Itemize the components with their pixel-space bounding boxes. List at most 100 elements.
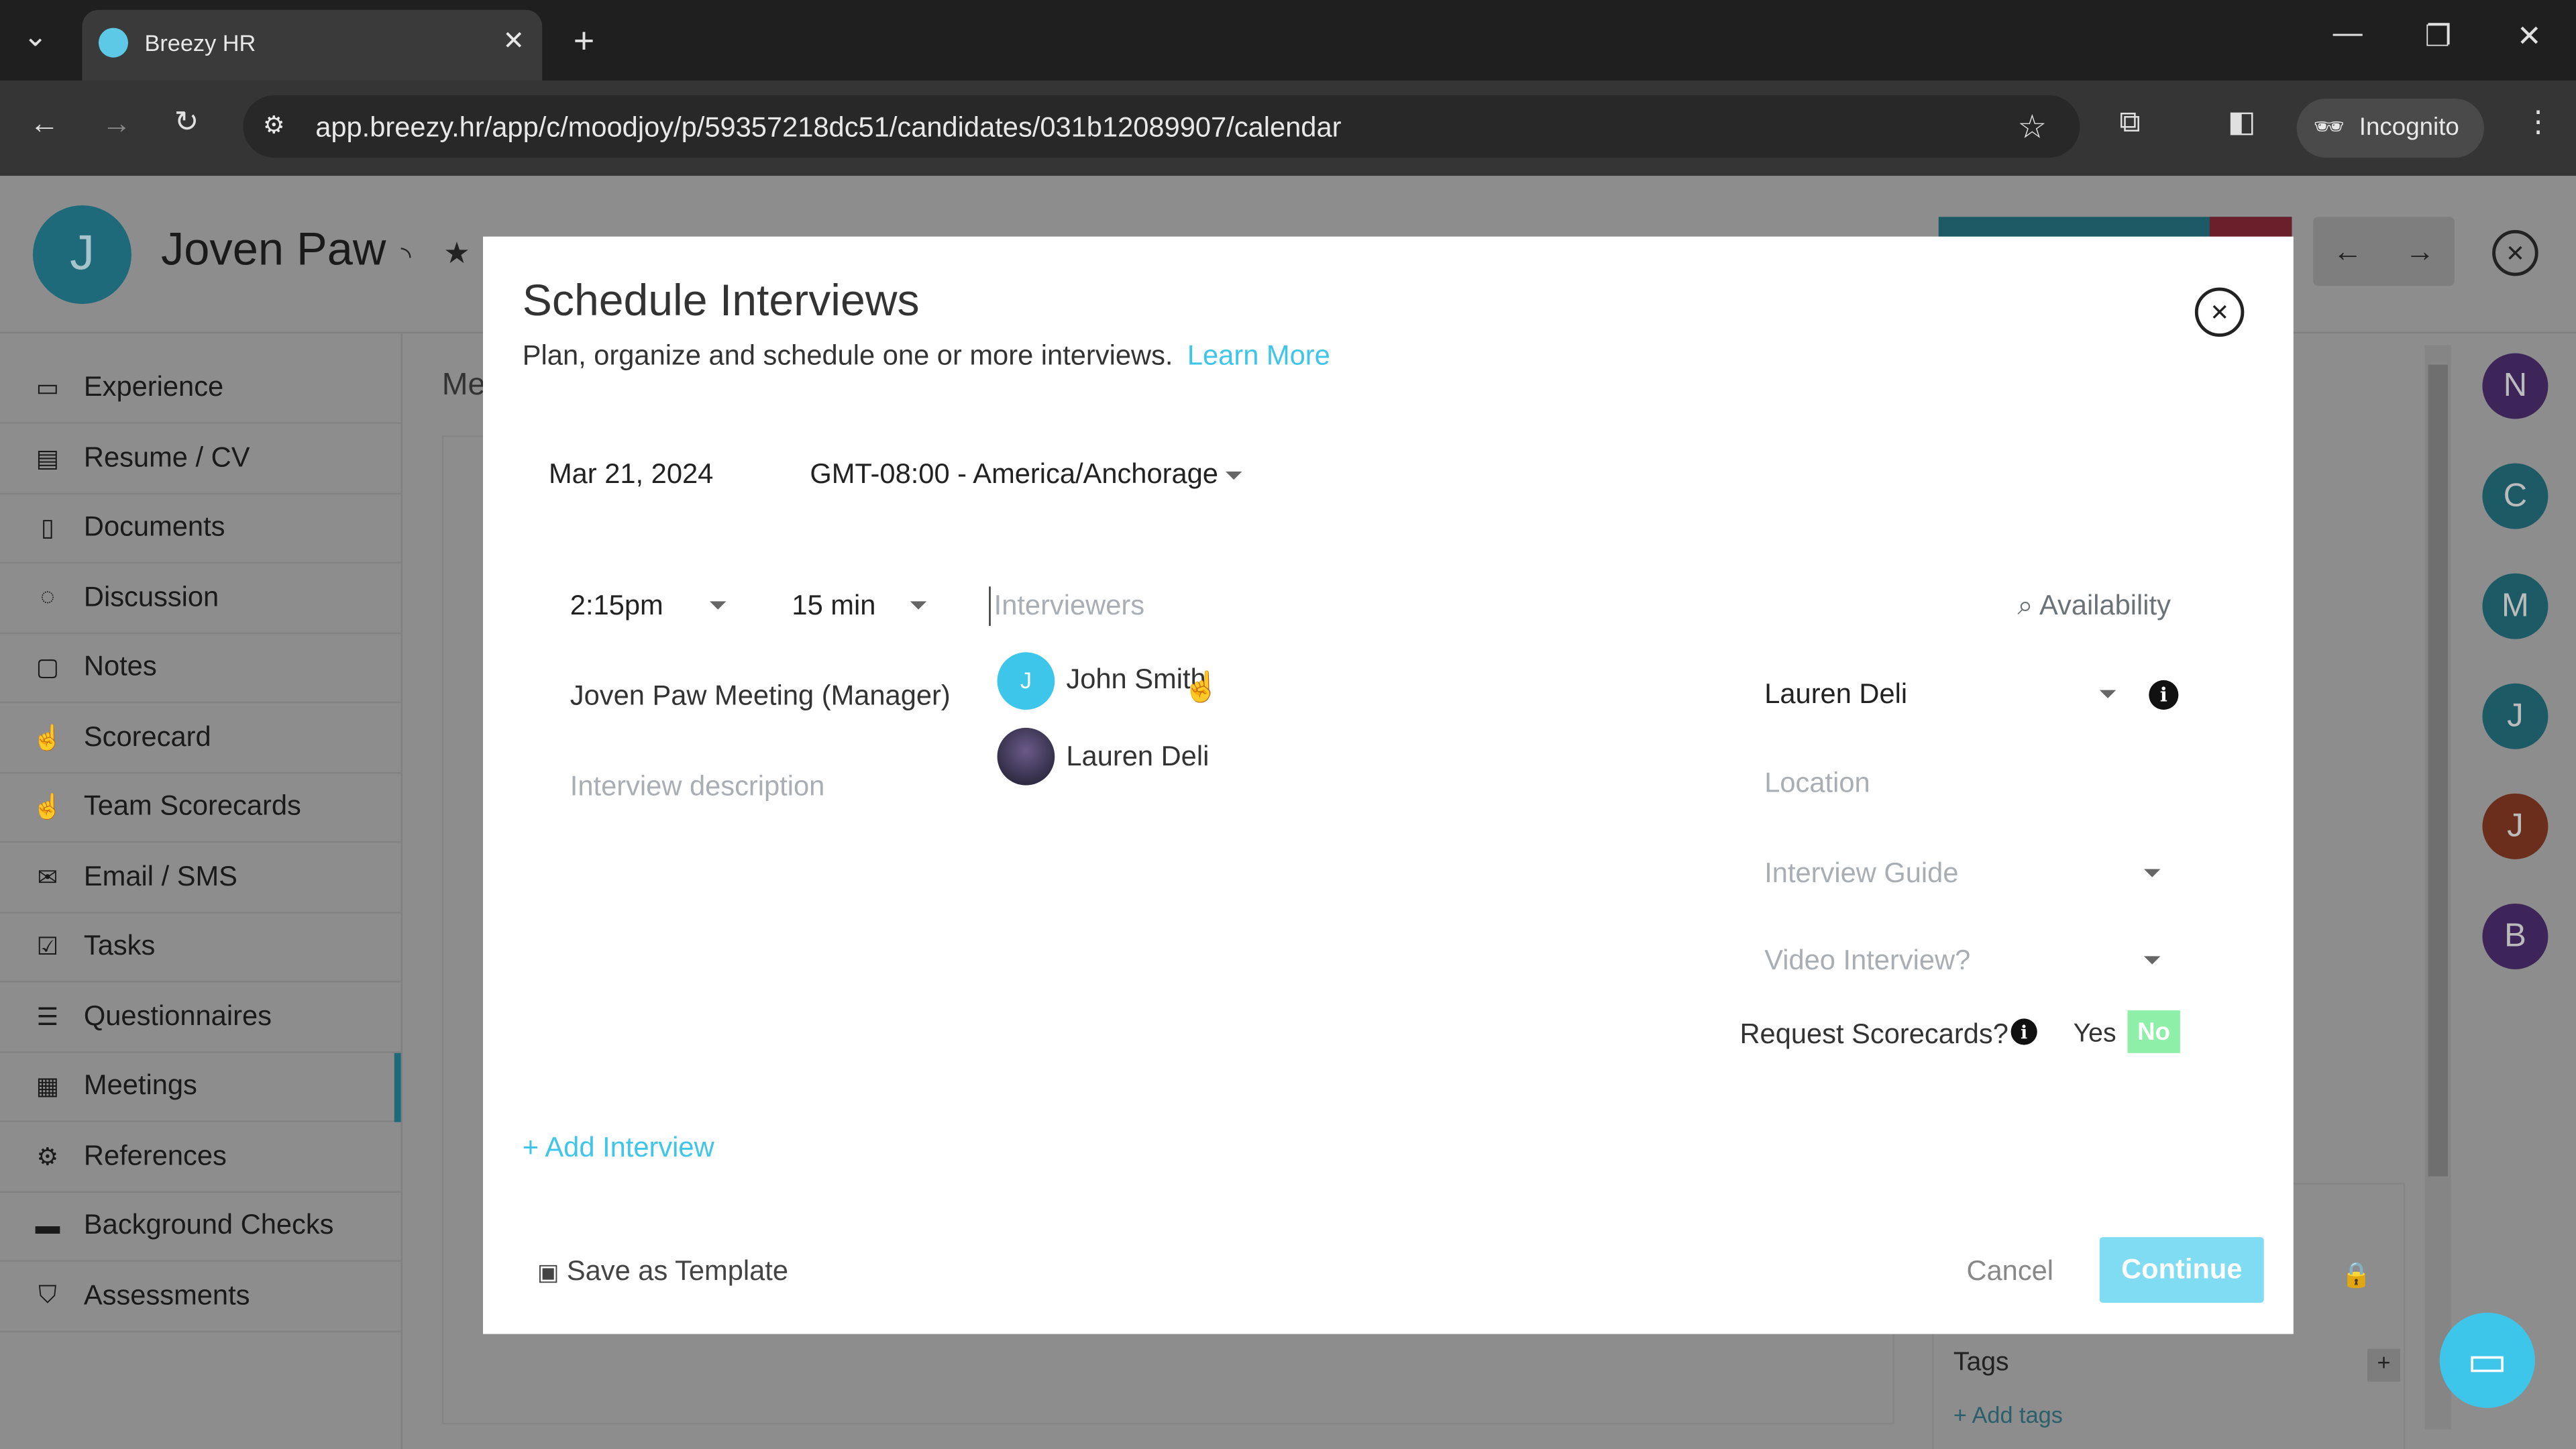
extensions-icon[interactable]: ⧉ — [2119, 105, 2140, 140]
sidebar-item-team-scorecards[interactable]: ☝ Team Scorecards — [0, 772, 401, 843]
organizer-select[interactable]: Lauren Deli — [1764, 678, 2116, 711]
reload-icon[interactable]: ↻ — [174, 105, 199, 140]
save-template-button[interactable]: ▣ Save as Template — [537, 1255, 788, 1288]
timezone-select[interactable]: GMT-08:00 - America/Anchorage — [810, 458, 1243, 491]
incognito-badge[interactable]: 🕶 Incognito — [2296, 98, 2484, 158]
menu-icon[interactable]: ⋮ — [2524, 105, 2553, 140]
new-tab-icon[interactable]: + — [574, 19, 594, 62]
scrollbar-thumb[interactable] — [2428, 364, 2449, 1177]
sidebar-item-references[interactable]: ⚙ References — [0, 1121, 401, 1192]
add-interview-button[interactable]: + Add Interview — [523, 1132, 714, 1165]
organizer-value: Lauren Deli — [1764, 678, 1908, 710]
learn-more-link[interactable]: Learn More — [1187, 340, 1330, 372]
close-tab-icon[interactable]: ✕ — [502, 25, 525, 58]
team-member-avatar[interactable]: C — [2482, 463, 2548, 529]
next-candidate-icon[interactable]: → — [2405, 235, 2434, 269]
avatar: J — [997, 651, 1055, 709]
browser-tab[interactable]: Breezy HR ✕ — [82, 9, 543, 81]
meeting-title-input[interactable]: Joven Paw Meeting (Manager) — [570, 680, 951, 713]
list-icon: ☰ — [36, 1003, 59, 1031]
sidebar-item-discussion[interactable]: ◌ Discussion — [0, 563, 401, 634]
tags-label: Tags — [1953, 1348, 2009, 1377]
sidebar-item-label: Notes — [83, 650, 157, 682]
rss-icon[interactable]: ◝ — [401, 240, 411, 273]
forward-icon[interactable]: → — [102, 107, 131, 141]
restore-icon[interactable]: ❐ — [2425, 19, 2452, 54]
interview-guide-select[interactable]: Interview Guide — [1764, 857, 2162, 890]
modal-subtitle: Plan, organize and schedule one or more … — [522, 339, 1173, 372]
availability-button[interactable]: ⌕ Availability — [2017, 590, 2171, 623]
site-info-icon[interactable]: ⚙ — [263, 110, 285, 140]
team-member-avatar[interactable]: N — [2482, 353, 2548, 419]
lock-icon[interactable]: 🔒 — [2341, 1260, 2372, 1290]
cancel-button[interactable]: Cancel — [1966, 1255, 2053, 1288]
team-member-avatar[interactable]: J — [2482, 683, 2548, 749]
save-template-label: Save as Template — [566, 1255, 789, 1287]
sidebar-item-meetings[interactable]: ▦ Meetings — [0, 1051, 401, 1122]
sidebar-item-experience[interactable]: ▭ Experience — [0, 354, 401, 424]
briefcase-icon: ▭ — [36, 374, 60, 403]
scorecards-no-toggle[interactable]: No — [2127, 1010, 2180, 1053]
interviewer-option-lauren-deli[interactable]: Lauren Deli — [997, 727, 1209, 786]
incognito-icon: 🕶 — [2313, 113, 2345, 142]
interviewer-option-john-smith[interactable]: J John Smith — [997, 651, 1206, 709]
request-scorecards-label: Request Scorecards? — [1739, 1018, 2008, 1050]
previous-candidate-icon[interactable]: ← — [2333, 235, 2363, 269]
add-tags-link[interactable]: + Add tags — [1953, 1401, 2063, 1428]
chat-icon: ◌ — [40, 583, 55, 612]
side-panel-icon[interactable]: ◧ — [2228, 105, 2256, 140]
sidebar-item-email-sms[interactable]: ✉ Email / SMS — [0, 842, 401, 913]
sidebar-item-tasks[interactable]: ☑ Tasks — [0, 912, 401, 983]
guide-placeholder: Interview Guide — [1764, 857, 1959, 889]
search-icon: ⌕ — [2017, 590, 2033, 621]
team-member-avatar[interactable]: M — [2482, 573, 2548, 639]
team-member-avatar[interactable]: J — [2482, 793, 2548, 859]
back-icon[interactable]: ← — [30, 107, 59, 141]
scrollbar[interactable] — [2424, 345, 2451, 1430]
sidebar-item-documents[interactable]: ▯ Documents — [0, 493, 401, 564]
sidebar-item-questionnaires[interactable]: ☰ Questionnaires — [0, 981, 401, 1053]
interviewers-input[interactable]: Interviewers — [989, 586, 1680, 627]
floppy-disk-icon: ▣ — [537, 1258, 559, 1285]
sidebar-item-label: Resume / CV — [83, 441, 250, 473]
close-modal-icon[interactable]: ✕ — [2194, 287, 2245, 337]
date-input[interactable]: Mar 21, 2024 — [549, 458, 713, 491]
modal-title: Schedule Interviews — [522, 276, 920, 325]
close-window-icon[interactable]: ✕ — [2517, 19, 2542, 54]
sidebar-item-resume-cv[interactable]: ▤ Resume / CV — [0, 423, 401, 494]
url-text: app.breezy.hr/app/c/moodjoy/p/59357218dc… — [315, 111, 1342, 144]
chevron-down-icon — [2143, 956, 2161, 965]
info-icon[interactable]: i — [2010, 1018, 2037, 1045]
scorecards-yes-toggle[interactable]: Yes — [2074, 1020, 2116, 1050]
chevron-down-icon — [2099, 690, 2116, 698]
close-profile-icon[interactable]: ✕ — [2492, 229, 2538, 276]
location-input[interactable]: Location — [1764, 767, 1870, 800]
browser-tab-bar: ⌄ Breezy HR ✕ + — ❐ ✕ — [0, 0, 2576, 81]
time-select[interactable]: 2:15pm — [570, 590, 728, 623]
favicon-icon — [98, 28, 129, 58]
nav-buttons: ← → — [2313, 217, 2455, 286]
sidebar-item-assessments[interactable]: ⛉ Assessments — [0, 1261, 401, 1332]
tab-list-icon[interactable]: ⌄ — [23, 19, 48, 54]
minimize-icon[interactable]: — — [2333, 16, 2363, 50]
thumbs-up-icon: ☝ — [32, 723, 63, 752]
continue-button[interactable]: Continue — [2099, 1237, 2264, 1303]
add-tag-icon[interactable]: + — [2367, 1348, 2400, 1382]
star-icon[interactable]: ★ — [443, 237, 470, 271]
bookmark-star-icon[interactable]: ☆ — [2017, 107, 2047, 148]
sidebar-item-scorecard[interactable]: ☝ Scorecard — [0, 702, 401, 773]
video-interview-select[interactable]: Video Interview? — [1764, 945, 2162, 977]
team-member-avatar[interactable]: B — [2482, 903, 2548, 969]
sidebar-item-background-checks[interactable]: ▬ Background Checks — [0, 1191, 401, 1262]
duration-select[interactable]: 15 min — [792, 590, 930, 623]
url-input[interactable]: ⚙ app.breezy.hr/app/c/moodjoy/p/59357218… — [243, 95, 2080, 158]
schedule-interviews-modal: Schedule Interviews Plan, organize and s… — [483, 236, 2294, 1334]
section-heading: Me — [441, 368, 486, 403]
sidebar-item-notes[interactable]: ▢ Notes — [0, 633, 401, 704]
video-placeholder: Video Interview? — [1764, 945, 1971, 976]
info-icon[interactable]: i — [2149, 680, 2179, 710]
id-card-icon: ▬ — [35, 1212, 60, 1240]
description-input[interactable]: Interview description — [570, 771, 825, 804]
chat-widget-icon[interactable]: ▭ — [2439, 1312, 2535, 1408]
envelope-icon: ✉ — [37, 863, 58, 892]
